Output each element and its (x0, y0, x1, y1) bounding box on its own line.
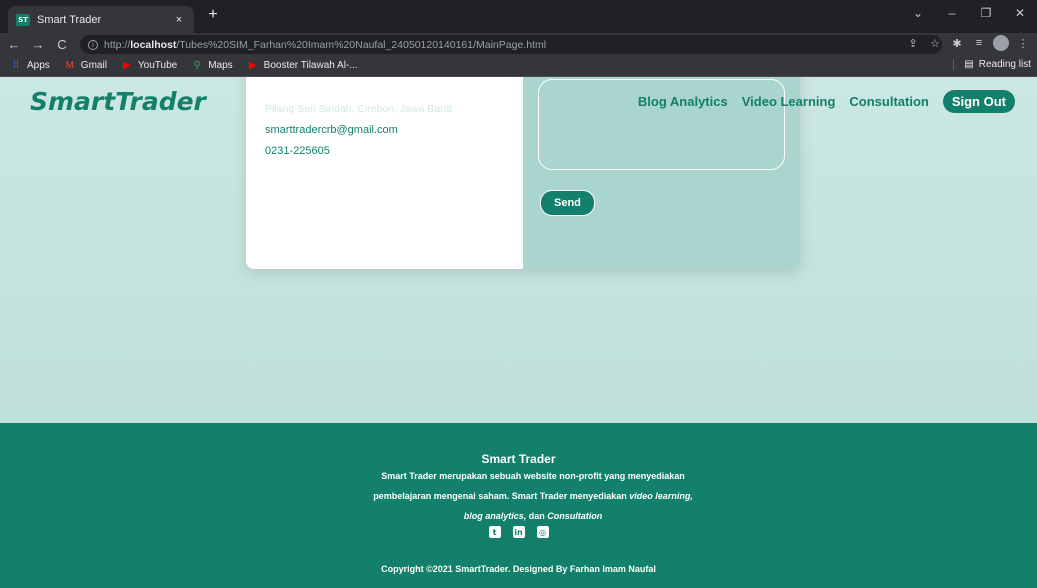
address-bar[interactable]: i http://localhost/Tubes%20SIM_Farhan%20… (80, 35, 942, 54)
site-footer: Smart Trader Smart Trader merupakan sebu… (0, 423, 1037, 588)
gmail-icon: M (65, 60, 74, 71)
extensions-icon[interactable]: ✱ (949, 37, 965, 50)
send-button[interactable]: Send (540, 190, 595, 216)
bookmark-apps[interactable]: ⁞⁞ Apps (10, 60, 50, 71)
tab-close-icon[interactable]: × (172, 14, 186, 26)
url-text: http://localhost/Tubes%20SIM_Farhan%20Im… (104, 38, 547, 51)
restore-button[interactable]: ❐ (969, 6, 1003, 20)
back-button[interactable]: ← (4, 37, 24, 52)
close-window-button[interactable]: ✕ (1003, 6, 1037, 20)
new-tab-button[interactable]: + (203, 6, 223, 24)
browser-toolbar: ← → C i http://localhost/Tubes%20SIM_Far… (0, 33, 1037, 55)
media-control-icon[interactable]: ≡ (971, 37, 987, 49)
copyright-text: Copyright ©2021 SmartTrader. Designed By… (381, 564, 656, 574)
tab-search-icon[interactable]: ⌄ (901, 6, 935, 20)
menu-kebab-icon[interactable]: ⋮ (1015, 37, 1031, 50)
twitter-icon[interactable]: t (488, 526, 501, 538)
footer-description: Smart Trader merupakan sebuah website no… (373, 471, 693, 521)
toolbar-actions: ⇪ ☆ ✱ ≡ ⋮ (905, 35, 1031, 51)
tab-title: Smart Trader (37, 13, 102, 26)
minimize-button[interactable]: – (935, 6, 969, 20)
instagram-icon[interactable]: ◎ (536, 526, 549, 538)
window-controls: ⌄ – ❐ ✕ (901, 0, 1037, 26)
nav-consultation[interactable]: Consultation (849, 94, 928, 109)
nav-video-learning[interactable]: Video Learning (742, 94, 836, 109)
forward-button[interactable]: → (28, 37, 48, 52)
reload-button[interactable]: C (52, 37, 72, 52)
bookmark-gmail[interactable]: M Gmail (64, 60, 107, 71)
bookmark-youtube[interactable]: ▶ YouTube (121, 60, 177, 71)
site-favicon-icon: ST (16, 13, 30, 26)
site-header: SmartTrader Blog Analytics Video Learnin… (0, 77, 1037, 127)
contact-phone: 0231-225605 (265, 145, 330, 157)
browser-tab[interactable]: ST Smart Trader × (8, 6, 194, 33)
sign-out-button[interactable]: Sign Out (942, 90, 1015, 113)
youtube-icon: ▶ (248, 60, 257, 71)
footer-title: Smart Trader (481, 452, 556, 466)
browser-tab-strip: ST Smart Trader × + ⌄ – ❐ ✕ (0, 0, 1037, 33)
reading-list-icon: ▤ (964, 59, 974, 70)
bookmarks-bar: ⁞⁞ Apps M Gmail ▶ YouTube ⚲ Maps ▶ Booster Ti… (0, 55, 1037, 77)
youtube-icon: ▶ (123, 60, 131, 71)
maps-icon: ⚲ (193, 60, 201, 71)
page-viewport: Pilang Sari Sindah, Cirebon, Jawa Barat … (0, 77, 1037, 588)
main-nav: Blog Analytics Video Learning Consultati… (624, 90, 1015, 113)
reading-list-button[interactable]: ▤ Reading list (953, 59, 1031, 70)
info-icon[interactable]: i (88, 39, 98, 50)
nav-blog-analytics[interactable]: Blog Analytics (638, 94, 728, 109)
share-icon[interactable]: ⇪ (905, 37, 921, 50)
apps-grid-icon: ⁞⁞ (13, 60, 19, 71)
bookmark-maps[interactable]: ⚲ Maps (191, 60, 233, 71)
bookmark-booster-tilawah[interactable]: ▶ Booster Tilawah Al-... (247, 60, 358, 71)
profile-avatar[interactable] (993, 35, 1009, 51)
linkedin-icon[interactable]: in (512, 526, 525, 538)
bookmark-star-icon[interactable]: ☆ (927, 37, 943, 50)
social-links: t in ◎ (0, 526, 1037, 538)
site-logo[interactable]: SmartTrader (30, 87, 206, 116)
